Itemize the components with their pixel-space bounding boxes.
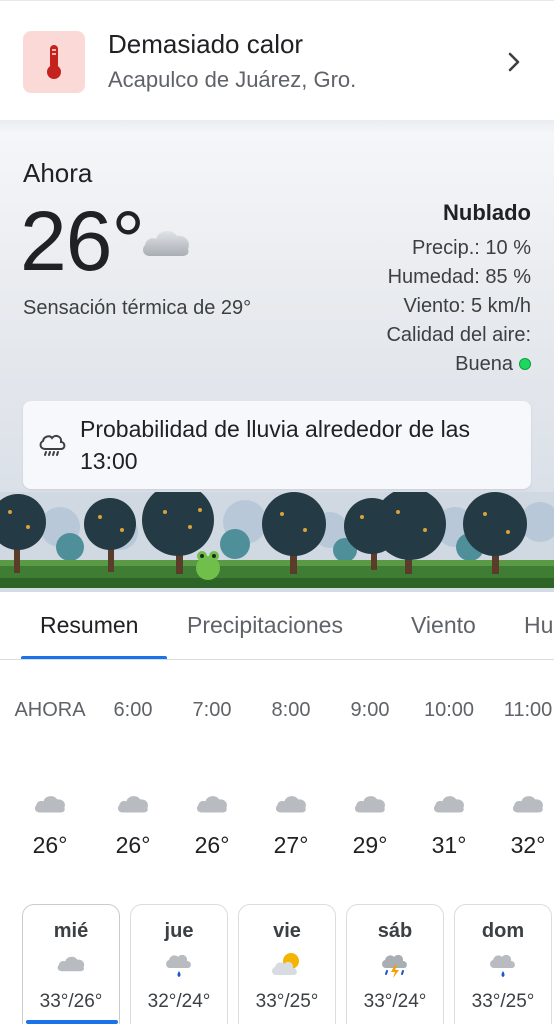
day-name: dom	[481, 920, 525, 942]
daily-forecast: mié 33°/26° jue 32°/24° vie 33°/25° sáb …	[0, 890, 554, 1024]
hour-item: 10:00 31°	[409, 660, 489, 880]
day-name: mié	[53, 920, 89, 942]
day-name: sáb	[377, 920, 413, 942]
air-quality-indicator-icon	[519, 357, 531, 370]
hour-item: 9:00 29°	[330, 660, 410, 880]
conditions-details: Nublado Precip.: 10 % Humedad: 85 % Vien…	[386, 200, 531, 379]
day-name: jue	[164, 920, 194, 942]
hour-item: 8:00 27°	[251, 660, 331, 880]
air-quality-label: Calidad del aire:	[386, 324, 531, 346]
hour-time: 6:00	[113, 699, 153, 721]
heat-alert-card[interactable]: Demasiado calor Acapulco de Juárez, Gro.	[0, 0, 554, 120]
hour-temp: 31°	[431, 832, 467, 858]
cloud-icon	[512, 796, 543, 813]
tab-precipitaciones[interactable]: Precipitaciones	[187, 612, 343, 639]
forecast-tabs: Resumen Precipitaciones Viento Hu	[0, 592, 554, 660]
hour-temp: 29°	[352, 832, 388, 858]
hour-item: 6:00 26°	[93, 660, 173, 880]
hour-temp: 32°	[510, 832, 546, 858]
hour-time: AHORA	[14, 699, 86, 721]
air-quality[interactable]: Buena	[386, 350, 531, 379]
precipitation-value: Precip.: 10 %	[412, 237, 531, 259]
hour-time: 8:00	[271, 699, 311, 721]
day-card-vie[interactable]: vie 33°/25°	[238, 904, 336, 1024]
cloud-icon	[433, 796, 464, 813]
rain-notice-text: Probabilidad de lluvia alrededor de las …	[80, 416, 470, 474]
active-tab-indicator	[21, 656, 167, 659]
cloud-icon	[275, 796, 306, 813]
humidity-value: Humedad: 85 %	[387, 266, 531, 288]
hour-time: 9:00	[350, 699, 390, 721]
day-temps: 33°/26°	[39, 991, 103, 1012]
hour-time: 7:00	[192, 699, 232, 721]
hour-temp: 26°	[32, 832, 68, 858]
hour-item: AHORA 26°	[14, 660, 86, 880]
day-temps: 33°/25°	[255, 991, 319, 1012]
partly-sunny-icon	[272, 953, 299, 975]
day-card-jue[interactable]: jue 32°/24°	[130, 904, 228, 1024]
wind-value: Viento: 5 km/h	[403, 295, 531, 317]
section-divider	[0, 120, 554, 132]
alert-location: Acapulco de Juárez, Gro.	[108, 67, 357, 92]
hour-temp: 27°	[273, 832, 309, 858]
feels-like: Sensación térmica de 29°	[23, 297, 252, 319]
day-name: vie	[273, 920, 301, 942]
tab-humedad[interactable]: Hu	[524, 612, 553, 639]
current-weather-panel: Ahora 26° Sensación térmica de 29° Nubla…	[0, 132, 554, 592]
now-label: Ahora	[23, 158, 93, 188]
condition-text: Nublado	[443, 200, 531, 225]
hourly-forecast[interactable]: AHORA 26° 6:00 26° 7:00 26° 8:00 27° 9:0…	[0, 660, 554, 890]
tab-resumen[interactable]: Resumen	[40, 612, 138, 639]
rain-cloud-outline-icon	[39, 434, 66, 456]
day-card-sab[interactable]: sáb 33°/24°	[346, 904, 444, 1024]
cloud-icon	[354, 796, 385, 813]
air-quality-value: Buena	[455, 353, 513, 375]
weather-scene-illustration	[0, 492, 554, 592]
hour-item: 7:00 26°	[172, 660, 252, 880]
rain-cloud-icon	[490, 954, 515, 977]
hour-temp: 26°	[194, 832, 230, 858]
chevron-right-icon[interactable]	[506, 51, 522, 73]
thunderstorm-icon	[382, 954, 407, 978]
day-temps: 33°/24°	[363, 991, 427, 1012]
thermometer-icon	[23, 31, 85, 93]
day-temps: 33°/25°	[471, 991, 535, 1012]
hour-item: 11:00 32°	[488, 660, 554, 880]
selected-day-indicator	[26, 1020, 118, 1024]
current-temperature: 26°	[20, 194, 145, 288]
alert-title: Demasiado calor	[108, 29, 304, 59]
hour-time: 11:00	[503, 699, 553, 721]
rain-notice-card[interactable]: Probabilidad de lluvia alrededor de las …	[23, 401, 531, 489]
rain-cloud-icon	[166, 954, 191, 977]
cloud-icon	[142, 230, 189, 256]
day-card-dom[interactable]: dom 33°/25°	[454, 904, 552, 1024]
hour-time: 10:00	[423, 699, 475, 721]
hour-temp: 26°	[115, 832, 151, 858]
cloud-icon	[34, 796, 65, 813]
tab-viento[interactable]: Viento	[411, 612, 476, 639]
cloud-icon	[57, 956, 85, 972]
day-temps: 32°/24°	[147, 991, 211, 1012]
cloud-icon	[117, 796, 148, 813]
day-card-mie[interactable]: mié 33°/26°	[22, 904, 120, 1024]
cloud-icon	[196, 796, 227, 813]
